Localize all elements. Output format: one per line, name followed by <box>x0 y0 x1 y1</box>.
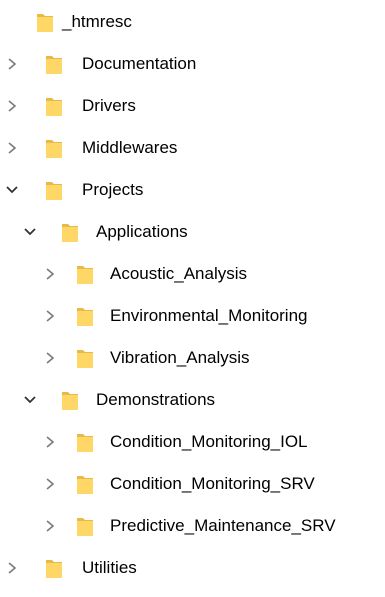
tree-item-label: Utilities <box>82 558 137 577</box>
folder-icon <box>76 433 94 453</box>
folder-icon <box>61 391 79 411</box>
folder-icon <box>76 517 94 537</box>
tree-item-predictive-maintenance-srv[interactable]: Predictive_Maintenance_SRV <box>0 509 385 543</box>
tree-item-label: Applications <box>96 222 188 241</box>
tree-item-acoustic-analysis[interactable]: Acoustic_Analysis <box>0 257 385 291</box>
tree-item-documentation[interactable]: Documentation <box>0 47 385 81</box>
folder-icon <box>45 55 63 75</box>
tree-item-label: _htmresc <box>62 12 132 31</box>
folder-icon <box>45 139 63 159</box>
tree-item-label: Condition_Monitoring_IOL <box>110 432 308 451</box>
tree-item-label: Condition_Monitoring_SRV <box>110 474 315 493</box>
tree-item-condition-monitoring-srv[interactable]: Condition_Monitoring_SRV <box>0 467 385 501</box>
chevron-right-icon[interactable] <box>42 432 58 452</box>
tree-item-label: Projects <box>82 180 144 199</box>
tree-item-label: Vibration_Analysis <box>110 348 250 367</box>
tree-item-label: Environmental_Monitoring <box>110 306 308 325</box>
tree-item-htmresc[interactable]: _htmresc <box>0 5 385 39</box>
tree-item-middlewares[interactable]: Middlewares <box>0 131 385 165</box>
tree-item-applications[interactable]: Applications <box>0 215 385 249</box>
tree-item-projects[interactable]: Projects <box>0 173 385 207</box>
chevron-down-icon[interactable] <box>4 180 20 200</box>
folder-icon <box>45 181 63 201</box>
chevron-down-icon[interactable] <box>22 390 38 410</box>
folder-icon <box>36 13 54 33</box>
chevron-right-icon[interactable] <box>4 558 20 578</box>
chevron-right-icon[interactable] <box>42 264 58 284</box>
folder-icon <box>76 307 94 327</box>
tree-item-utilities[interactable]: Utilities <box>0 551 385 585</box>
tree-item-label: Middlewares <box>82 138 178 157</box>
chevron-down-icon[interactable] <box>22 222 38 242</box>
folder-tree: _htmresc Documentation Drivers Middlewar… <box>0 0 385 597</box>
chevron-right-icon[interactable] <box>4 54 20 74</box>
tree-item-vibration-analysis[interactable]: Vibration_Analysis <box>0 341 385 375</box>
tree-item-label: Demonstrations <box>96 390 216 409</box>
folder-icon <box>61 223 79 243</box>
tree-item-label: Acoustic_Analysis <box>110 264 248 283</box>
chevron-right-icon[interactable] <box>42 306 58 326</box>
folder-icon <box>45 559 63 579</box>
tree-item-label: Drivers <box>82 96 136 115</box>
folder-icon <box>76 349 94 369</box>
tree-item-demonstrations[interactable]: Demonstrations <box>0 383 385 417</box>
tree-item-drivers[interactable]: Drivers <box>0 89 385 123</box>
tree-item-label: Predictive_Maintenance_SRV <box>110 516 336 535</box>
folder-icon <box>45 97 63 117</box>
folder-icon <box>76 475 94 495</box>
tree-item-environmental-monitoring[interactable]: Environmental_Monitoring <box>0 299 385 333</box>
chevron-right-icon[interactable] <box>42 516 58 536</box>
chevron-right-icon[interactable] <box>4 138 20 158</box>
chevron-right-icon[interactable] <box>4 96 20 116</box>
tree-item-label: Documentation <box>82 54 197 73</box>
chevron-right-icon[interactable] <box>42 348 58 368</box>
chevron-right-icon[interactable] <box>42 474 58 494</box>
folder-icon <box>76 265 94 285</box>
tree-item-condition-monitoring-iol[interactable]: Condition_Monitoring_IOL <box>0 425 385 459</box>
